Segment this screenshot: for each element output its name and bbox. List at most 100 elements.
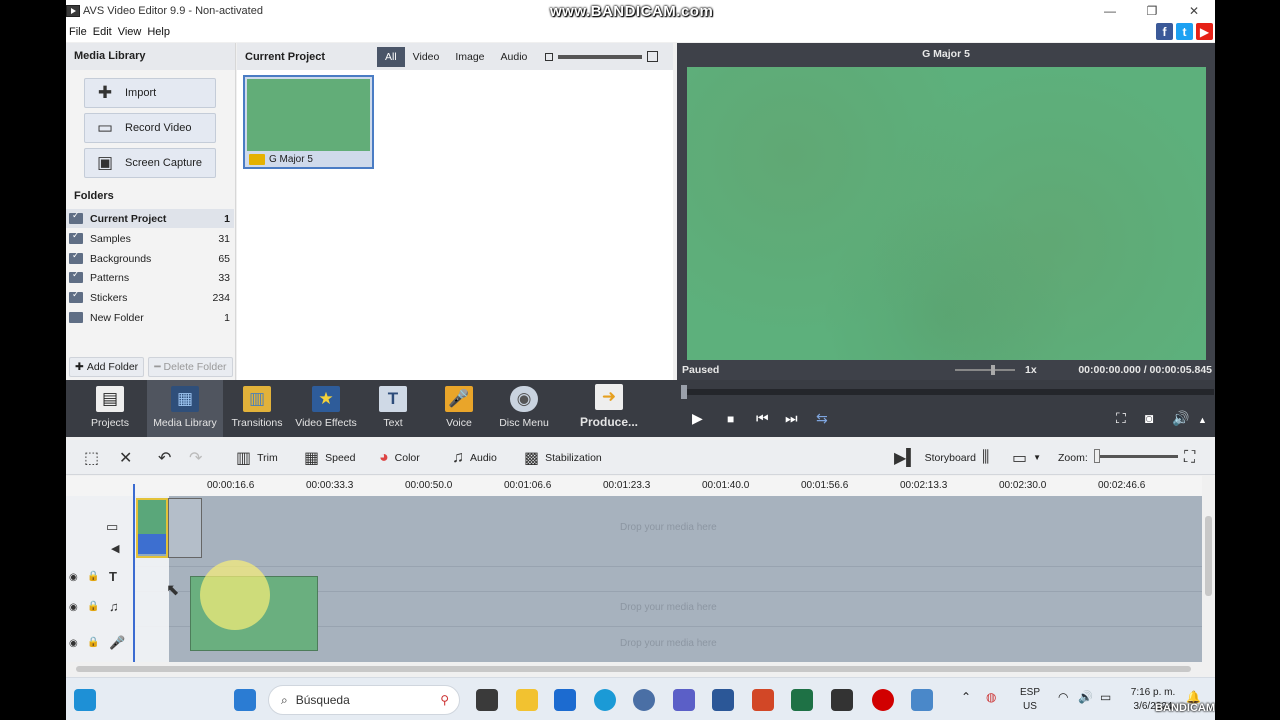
eye-icon[interactable]: ◉ [69, 638, 78, 649]
color-button[interactable]: ◕ Color [379, 440, 420, 475]
filter-all[interactable]: All [377, 46, 405, 67]
tool-media-library[interactable]: ▦ Media Library [147, 380, 223, 437]
menu-help[interactable]: Help [144, 26, 173, 38]
taskbar-search[interactable]: ⌕ Búsqueda ⚲ [268, 685, 460, 715]
store-icon[interactable] [554, 689, 576, 711]
folder-current-project[interactable]: Current Project 1 [66, 209, 234, 228]
delete-folder-button[interactable]: ━ Delete Folder [148, 356, 233, 377]
playhead[interactable] [133, 484, 135, 662]
dell-icon[interactable] [633, 689, 655, 711]
menu-edit[interactable]: Edit [90, 26, 115, 38]
zoom-slider[interactable] [1094, 449, 1178, 463]
volume-dropdown-icon[interactable]: ▲ [1198, 415, 1207, 425]
add-folder-button[interactable]: ✚ Add Folder [69, 356, 145, 377]
tool-transitions[interactable]: ▥ Transitions [229, 380, 285, 437]
twitter-icon[interactable]: t [1176, 23, 1193, 40]
mute-icon[interactable]: ◀ [111, 542, 119, 555]
folder-stickers[interactable]: Stickers 234 [66, 288, 234, 307]
wifi-icon[interactable]: ◠ [1058, 690, 1068, 704]
start-icon[interactable] [234, 689, 256, 711]
scroll-thumb[interactable] [76, 666, 1191, 672]
scroll-thumb[interactable] [1205, 516, 1212, 596]
seek-knob[interactable] [681, 385, 687, 399]
zoom-knob[interactable] [1094, 449, 1100, 463]
select-all-button[interactable]: ⬚ [84, 440, 105, 475]
powerpoint-icon[interactable] [752, 689, 774, 711]
edge-icon[interactable] [594, 689, 616, 711]
filter-audio[interactable]: Audio [493, 47, 536, 67]
tool-projects[interactable]: ▤ Projects [82, 380, 138, 437]
undo-button[interactable]: ↶ [158, 440, 177, 475]
tool-disc-menu[interactable]: ◉ Disc Menu [494, 380, 554, 437]
audio-button[interactable]: ♫ Audio [452, 440, 497, 475]
menu-view[interactable]: View [115, 26, 145, 38]
task-view-icon[interactable] [476, 689, 498, 711]
file-explorer-icon[interactable] [516, 689, 538, 711]
battery-icon[interactable]: ▭ [1100, 690, 1111, 704]
speed-control[interactable]: 1x [955, 364, 1037, 376]
lock-icon[interactable]: 🔒 [87, 601, 99, 612]
menu-file[interactable]: File [66, 26, 90, 38]
maximize-button[interactable]: ❐ [1131, 0, 1173, 22]
close-button[interactable]: ✕ [1173, 0, 1215, 22]
word-icon[interactable] [712, 689, 734, 711]
eye-icon[interactable]: ◉ [69, 572, 78, 583]
speaker-icon[interactable]: 🔊 [1078, 690, 1093, 704]
folder-patterns[interactable]: Patterns 33 [66, 268, 234, 287]
avs-editor-icon[interactable] [831, 689, 853, 711]
volume-icon[interactable]: 🔊 [1172, 410, 1189, 427]
delete-button[interactable]: ✕ [119, 440, 138, 475]
folder-backgrounds[interactable]: Backgrounds 65 [66, 249, 234, 268]
trim-button[interactable]: ▥ Trim [236, 440, 278, 475]
bandicam-icon[interactable] [872, 689, 894, 711]
horizontal-scrollbar[interactable] [66, 662, 1202, 676]
filter-image[interactable]: Image [447, 47, 492, 67]
teams-icon[interactable] [673, 689, 695, 711]
tool-voice[interactable]: 🎤 Voice [434, 380, 484, 437]
stop-icon[interactable]: ■ [727, 412, 734, 426]
import-button[interactable]: ✚ Import [84, 78, 216, 108]
fit-timeline-button[interactable]: ⛶ [1184, 440, 1201, 475]
previous-frame-icon[interactable]: ⏮ [756, 410, 769, 427]
speed-slider[interactable] [955, 365, 1015, 375]
excel-icon[interactable] [791, 689, 813, 711]
app-icon[interactable] [911, 689, 933, 711]
tool-produce[interactable]: ➜ Produce... [574, 380, 644, 437]
preview-video[interactable] [687, 67, 1206, 360]
speed-button[interactable]: ▦ Speed [304, 440, 356, 475]
record-video-button[interactable]: ▭ Record Video [84, 113, 216, 143]
chevron-up-icon[interactable]: ⌃ [961, 690, 971, 704]
vertical-scrollbar[interactable] [1202, 476, 1215, 662]
slider-track[interactable] [558, 54, 643, 59]
tool-video-effects[interactable]: ★ Video Effects [294, 380, 358, 437]
video-clip[interactable] [136, 498, 168, 558]
thumbnail-size-slider[interactable] [545, 51, 659, 62]
seek-bar[interactable] [681, 385, 1214, 399]
fullscreen-icon[interactable]: ⛶ [1116, 410, 1126, 427]
language-indicator[interactable]: ESP US [1020, 686, 1040, 714]
split-icon[interactable]: ⇆ [816, 410, 828, 427]
tool-text[interactable]: T Text [368, 380, 418, 437]
lock-icon[interactable]: 🔒 [87, 637, 99, 648]
empty-clip-slot[interactable] [168, 498, 202, 558]
folder-samples[interactable]: Samples 31 [66, 229, 234, 248]
redo-button[interactable]: ↷ [189, 440, 208, 475]
folder-new-folder[interactable]: New Folder 1 [66, 308, 234, 327]
media-item[interactable]: G Major 5 [243, 75, 374, 169]
play-icon[interactable]: ▶ [692, 410, 703, 427]
screen-capture-button[interactable]: ▣ Screen Capture [84, 148, 216, 178]
youtube-icon[interactable]: ▶ [1196, 23, 1213, 40]
lock-icon[interactable]: 🔒 [87, 571, 99, 582]
timeline-ruler[interactable]: 00:00:16.6 00:00:33.3 00:00:50.0 00:01:0… [66, 476, 1202, 496]
facebook-icon[interactable]: f [1156, 23, 1173, 40]
display-mode-button[interactable]: ▭ ▼ [1012, 440, 1041, 475]
speed-knob[interactable] [991, 365, 995, 375]
next-frame-icon[interactable]: ⏭ [785, 410, 798, 427]
audio-mixer-button[interactable]: ⫼ [982, 440, 995, 475]
minimize-button[interactable]: — [1089, 0, 1131, 22]
storyboard-button[interactable]: ▶▍ Storyboard [894, 440, 976, 475]
stabilization-button[interactable]: ▩ Stabilization [524, 440, 602, 475]
filter-video[interactable]: Video [405, 47, 448, 67]
snapshot-icon[interactable]: ◙ [1145, 410, 1153, 426]
antivirus-icon[interactable]: ◍ [986, 690, 996, 704]
